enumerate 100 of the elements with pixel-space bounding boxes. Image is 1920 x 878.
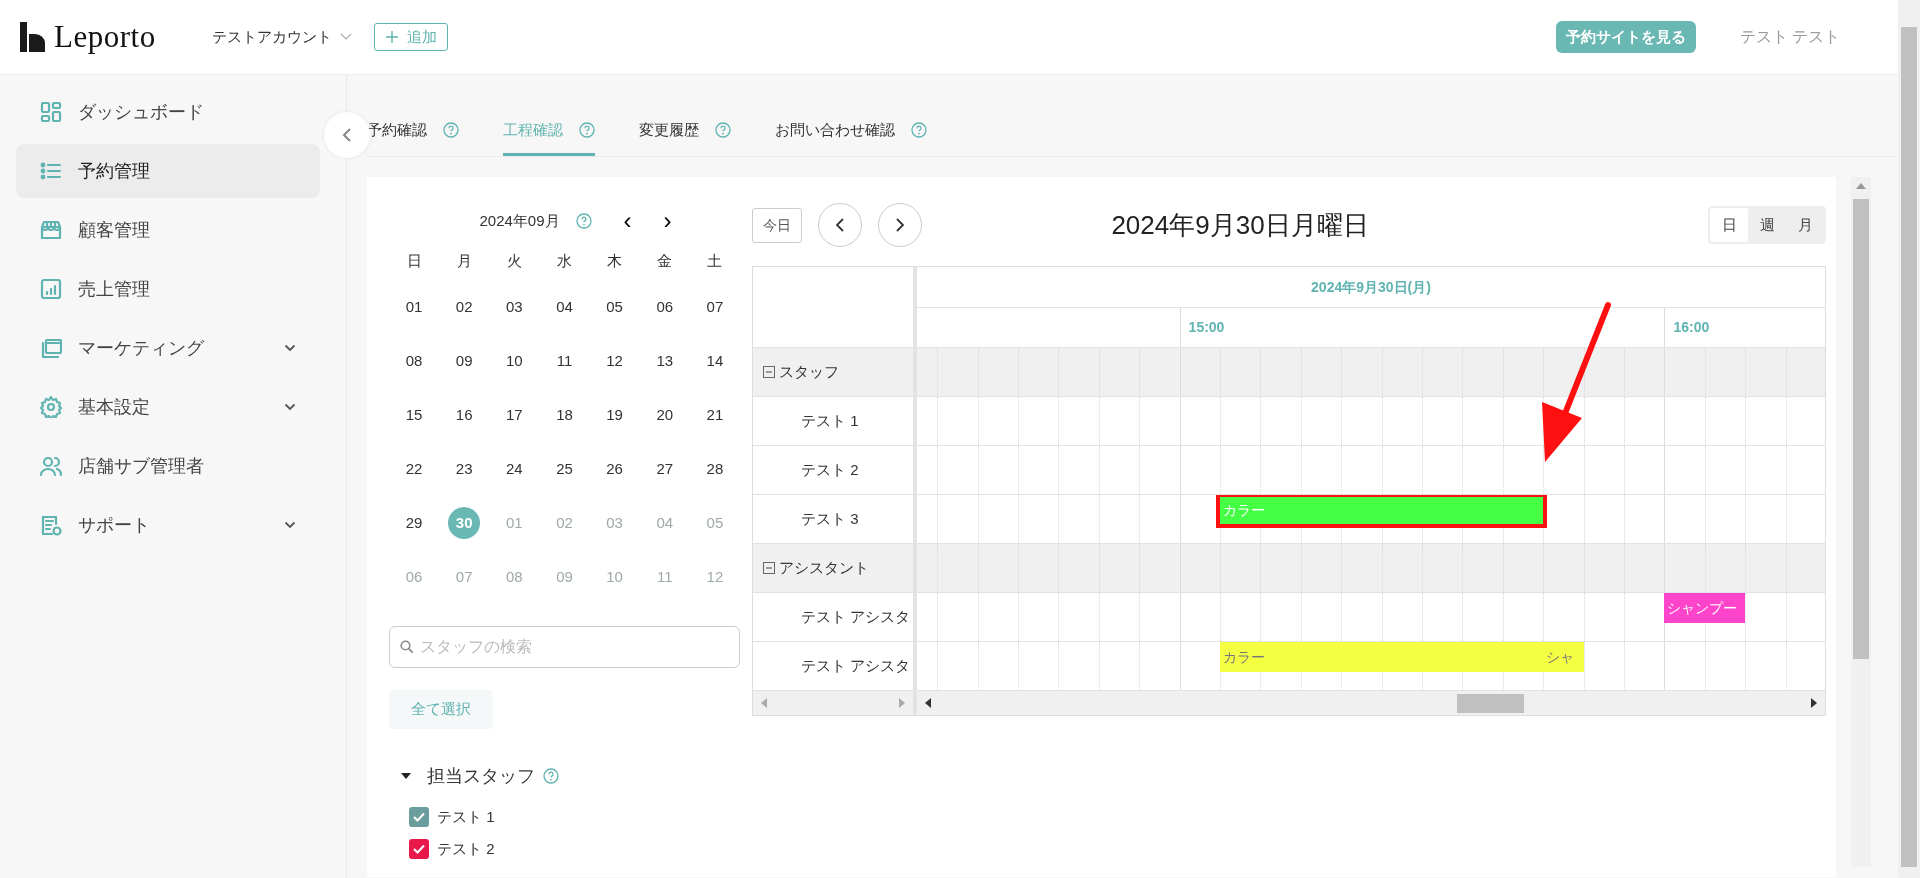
check-icon — [413, 844, 425, 855]
menu-item-icon — [40, 101, 62, 123]
sidebar-item[interactable]: 予約管理 — [16, 144, 320, 198]
account-dropdown[interactable]: テストアカウント — [203, 24, 358, 50]
menu-item-icon — [40, 219, 62, 241]
scroll-up-icon[interactable] — [1856, 183, 1866, 189]
collapse-sidebar-button[interactable] — [324, 112, 370, 158]
calendar-day[interactable]: 28 — [698, 453, 731, 485]
weekday-label: 月 — [455, 251, 473, 271]
calendar-day[interactable]: 07 — [698, 291, 731, 323]
calendar-day[interactable]: 24 — [498, 453, 531, 485]
calendar-day[interactable]: 03 — [498, 291, 531, 323]
calendar-day[interactable]: 21 — [698, 399, 731, 431]
resource-name: テスト 1 — [801, 410, 859, 431]
menu-item-icon — [40, 514, 62, 536]
calendar-day[interactable]: 25 — [548, 453, 581, 485]
menu-item-icon — [40, 278, 62, 300]
menu-item-icon — [40, 160, 62, 182]
next-month-button[interactable]: › — [655, 209, 680, 233]
sidebar-item[interactable]: ダッシュボード — [16, 85, 320, 139]
help-icon[interactable] — [443, 121, 459, 138]
calendar-day[interactable]: 09 — [448, 345, 481, 377]
staff-search-field[interactable]: スタッフの検索 — [389, 626, 740, 668]
checkbox[interactable] — [409, 839, 429, 860]
help-icon[interactable] — [911, 121, 927, 138]
calendar-day[interactable]: 12 — [598, 345, 631, 377]
scrollbar-thumb[interactable] — [1901, 27, 1917, 867]
calendar-day[interactable]: 20 — [648, 399, 681, 431]
caret-icon — [339, 33, 352, 41]
collapse-icon[interactable] — [763, 366, 775, 378]
previous-day-button[interactable] — [818, 203, 862, 247]
month-label: 2024年09月 — [479, 210, 560, 231]
calendar-day[interactable]: 27 — [648, 453, 681, 485]
calendar-day[interactable]: 16 — [448, 399, 481, 431]
calendar-day[interactable]: 13 — [648, 345, 681, 377]
tab[interactable]: 変更履歴 — [639, 118, 731, 156]
menu-item-icon — [40, 337, 62, 359]
scroll-right-icon[interactable] — [1811, 698, 1817, 708]
tab[interactable]: お問い合わせ確認 — [775, 118, 927, 156]
help-icon[interactable] — [715, 121, 731, 138]
calendar-day[interactable]: 04 — [548, 291, 581, 323]
scroll-left-icon[interactable] — [925, 698, 931, 708]
calendar-day[interactable]: 29 — [398, 507, 431, 539]
sidebar-item[interactable]: マーケティング — [16, 321, 320, 375]
schedule-event[interactable]: シャ — [1543, 642, 1584, 672]
calendar-day[interactable]: 15 — [398, 399, 431, 431]
checkbox-label: テスト 1 — [437, 806, 495, 827]
chevron-left-icon — [342, 127, 352, 143]
collapse-icon[interactable] — [763, 562, 775, 574]
tab[interactable]: 予約確認 — [367, 118, 459, 156]
calendar-day[interactable]: 26 — [598, 453, 631, 485]
menu-item-icon — [40, 455, 62, 477]
calendar-day[interactable]: 22 — [398, 453, 431, 485]
sidebar-item[interactable]: 基本設定 — [16, 380, 320, 434]
scrollbar-thumb[interactable] — [1853, 199, 1869, 659]
checkbox-label: テスト 2 — [437, 839, 495, 859]
search-icon — [400, 640, 414, 654]
checkbox[interactable] — [409, 806, 429, 827]
sidebar-item[interactable]: 顧客管理 — [16, 203, 320, 257]
schedule-event[interactable]: カラー — [1220, 642, 1544, 672]
weekday-label: 水 — [556, 251, 573, 271]
horizontal-scrollbar[interactable] — [917, 691, 1825, 715]
hour-label: 16:00 — [1673, 318, 1710, 337]
calendar-day[interactable]: 05 — [598, 291, 631, 323]
sidebar-item[interactable]: 売上管理 — [16, 262, 320, 316]
calendar-day[interactable]: 11 — [548, 345, 581, 377]
view-toggle[interactable]: 月 — [1786, 208, 1824, 242]
weekday-label: 火 — [505, 251, 523, 271]
next-day-button[interactable] — [878, 203, 922, 247]
help-icon[interactable] — [575, 213, 592, 229]
scrollbar-thumb[interactable] — [1457, 694, 1524, 713]
menu-item-icon — [40, 396, 62, 418]
calendar-day[interactable]: 18 — [548, 399, 581, 431]
logo-text: Leporto — [54, 17, 156, 56]
schedule-date-title: 2024年9月30日月曜日 — [1111, 209, 1370, 240]
calendar-day[interactable]: 02 — [448, 291, 481, 323]
previous-month-button[interactable]: ‹ — [615, 209, 640, 233]
page-scrollbar[interactable] — [1898, 0, 1920, 878]
help-icon[interactable] — [579, 121, 595, 138]
calendar-day[interactable]: 19 — [598, 399, 631, 431]
calendar-day[interactable]: 17 — [498, 399, 531, 431]
vertical-scrollbar[interactable] — [1851, 177, 1871, 867]
calendar-day[interactable]: 23 — [448, 453, 481, 485]
resource-name: テスト 3 — [801, 508, 859, 529]
group-label: スタッフ — [779, 361, 839, 382]
calendar-day[interactable]: 10 — [498, 345, 531, 377]
help-icon[interactable] — [543, 768, 559, 784]
weekday-label: 木 — [606, 251, 624, 271]
sidebar-item[interactable]: サポート — [16, 498, 320, 552]
today-button[interactable]: 今日 — [752, 207, 802, 243]
caret-down-icon[interactable] — [401, 771, 411, 781]
sidebar-item[interactable]: 店舗サブ管理者 — [16, 439, 320, 493]
check-icon — [413, 811, 425, 822]
view-toggle[interactable]: 週 — [1748, 208, 1786, 242]
calendar-day[interactable]: 01 — [398, 291, 431, 323]
group-label: アシスタント — [779, 557, 869, 578]
calendar-day[interactable]: 06 — [648, 291, 681, 323]
view-toggle[interactable]: 日 — [1710, 208, 1748, 242]
calendar-day[interactable]: 14 — [698, 345, 731, 377]
calendar-day[interactable]: 08 — [398, 345, 431, 377]
